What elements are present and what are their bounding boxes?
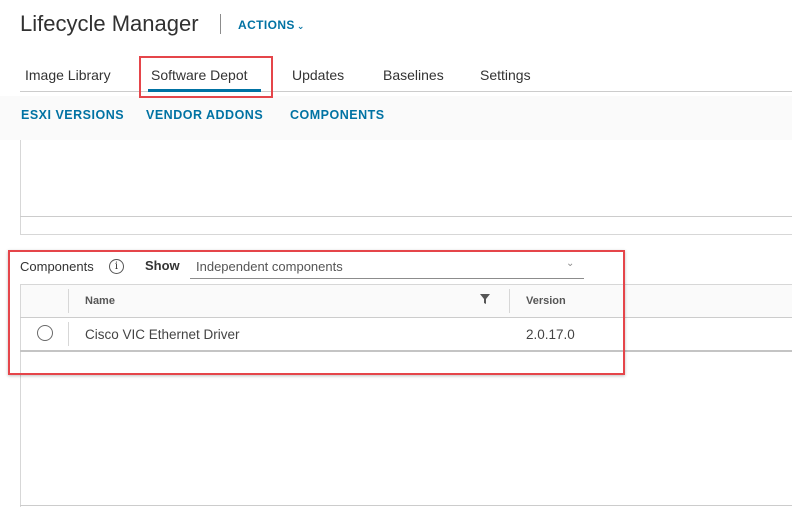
chevron-down-icon: ⌄ — [296, 21, 305, 31]
tabs-divider — [20, 91, 792, 92]
grid-footer-rule — [20, 505, 792, 506]
tab-image-library[interactable]: Image Library — [25, 67, 111, 83]
upper-grid — [20, 140, 792, 235]
subnav-esxi-versions[interactable]: ESXI VERSIONS — [21, 108, 124, 122]
page-title: Lifecycle Manager — [20, 11, 199, 36]
title-divider — [220, 14, 221, 34]
highlight-software-depot-tab — [139, 56, 273, 98]
tab-settings[interactable]: Settings — [480, 67, 531, 83]
upper-grid-bottom-rule — [20, 234, 792, 235]
highlight-components-section — [8, 250, 625, 375]
actions-label: ACTIONS — [238, 18, 295, 32]
tab-updates[interactable]: Updates — [292, 67, 344, 83]
actions-button[interactable]: ACTIONS ⌄ — [238, 18, 305, 32]
tab-baselines[interactable]: Baselines — [383, 67, 444, 83]
upper-grid-footer-rule — [20, 216, 792, 217]
subnav-vendor-addons[interactable]: VENDOR ADDONS — [146, 108, 263, 122]
subnav-components[interactable]: COMPONENTS — [290, 108, 385, 122]
